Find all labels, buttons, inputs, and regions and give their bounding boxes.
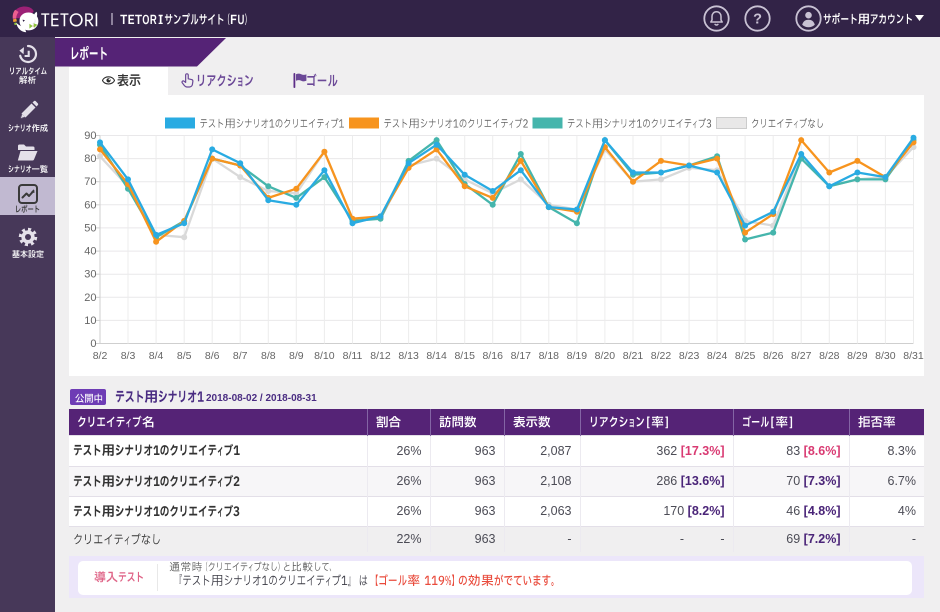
svg-text:8/28: 8/28 — [819, 350, 840, 362]
svg-text:8/5: 8/5 — [177, 350, 192, 362]
svg-text:?: ? — [753, 12, 762, 28]
svg-text:60: 60 — [84, 199, 96, 211]
svg-text:8/14: 8/14 — [426, 350, 447, 362]
svg-text:10: 10 — [84, 315, 96, 327]
svg-text:0: 0 — [90, 338, 96, 350]
svg-text:8/27: 8/27 — [791, 350, 812, 362]
svg-text:8/17: 8/17 — [511, 350, 532, 362]
svg-text:8/30: 8/30 — [875, 350, 896, 362]
svg-text:8/13: 8/13 — [398, 350, 419, 362]
svg-text:8/10: 8/10 — [314, 350, 335, 362]
svg-text:8/21: 8/21 — [623, 350, 644, 362]
svg-text:8/25: 8/25 — [735, 350, 756, 362]
svg-text:8/12: 8/12 — [370, 350, 391, 362]
svg-text:8/9: 8/9 — [289, 350, 304, 362]
svg-text:8/31: 8/31 — [903, 350, 924, 362]
svg-text:70: 70 — [84, 176, 96, 188]
svg-text:20: 20 — [84, 292, 96, 304]
svg-text:8/3: 8/3 — [121, 350, 136, 362]
svg-text:8/2: 8/2 — [93, 350, 108, 362]
svg-text:30: 30 — [84, 269, 96, 281]
svg-text:8/23: 8/23 — [679, 350, 700, 362]
svg-text:8/15: 8/15 — [454, 350, 475, 362]
svg-text:8/8: 8/8 — [261, 350, 276, 362]
svg-text:8/19: 8/19 — [567, 350, 588, 362]
svg-text:8/29: 8/29 — [847, 350, 868, 362]
svg-text:90: 90 — [84, 130, 96, 142]
svg-text:8/11: 8/11 — [343, 350, 363, 362]
svg-text:8/24: 8/24 — [707, 350, 728, 362]
svg-text:80: 80 — [84, 153, 96, 165]
svg-text:50: 50 — [84, 222, 96, 234]
svg-text:8/16: 8/16 — [482, 350, 503, 362]
svg-text:8/18: 8/18 — [539, 350, 560, 362]
svg-text:40: 40 — [84, 246, 96, 258]
svg-text:8/20: 8/20 — [595, 350, 616, 362]
svg-text:8/22: 8/22 — [651, 350, 672, 362]
svg-text:8/26: 8/26 — [763, 350, 784, 362]
svg-text:8/6: 8/6 — [205, 350, 220, 362]
svg-text:8/7: 8/7 — [233, 350, 248, 362]
svg-text:8/4: 8/4 — [149, 350, 164, 362]
